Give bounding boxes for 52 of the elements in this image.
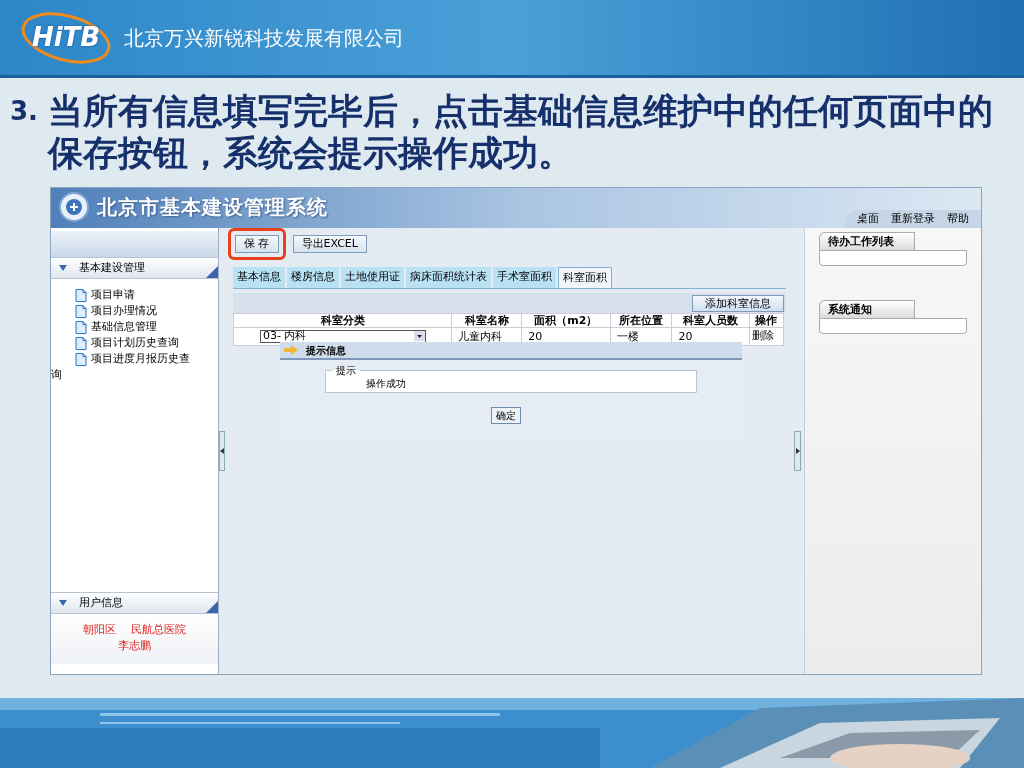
dialog-title: 提示信息 <box>306 343 346 358</box>
ok-button[interactable]: 确定 <box>491 407 521 424</box>
panel-title: 待办工作列表 <box>819 232 915 250</box>
document-icon <box>75 304 87 318</box>
sidebar-section-header[interactable]: 基本建设管理 <box>51 257 218 279</box>
collapse-handle[interactable] <box>794 431 801 471</box>
column-header: 科室名称 <box>451 313 522 328</box>
sidebar-section-header[interactable]: 用户信息 <box>51 592 218 614</box>
heading-text: 当所有信息填写完毕后，点击基础信息维护中的任何页面中的保存按钮，系统会提示操作成功。 <box>48 90 994 174</box>
expand-icon <box>59 265 67 271</box>
nav-link[interactable]: 帮助 <box>947 210 969 228</box>
group-label: 提示 <box>335 364 357 378</box>
user-info-text: 朝阳区 民航总医院 <box>83 622 186 638</box>
sidebar-item[interactable]: 项目办理情况 <box>51 303 191 319</box>
sidebar-item[interactable]: 项目进度月报历史查询 <box>51 351 191 383</box>
document-icon <box>75 320 87 334</box>
column-header: 操作 <box>749 313 784 328</box>
message-text: 操作成功 <box>366 378 407 390</box>
document-icon <box>75 288 87 302</box>
tab[interactable]: 楼房信息 <box>287 267 339 288</box>
tab[interactable]: 手术室面积 <box>493 267 556 288</box>
collapse-handle[interactable] <box>219 431 225 471</box>
tab[interactable]: 病床面积统计表 <box>406 267 491 288</box>
tab[interactable]: 科室面积 <box>558 267 612 288</box>
sidebar-item[interactable]: 项目计划历史查询 <box>51 335 191 351</box>
tab[interactable]: 土地使用证 <box>341 267 404 288</box>
nav-link[interactable]: 桌面 <box>857 210 879 228</box>
toolbar-button[interactable]: 保 存 <box>235 235 279 253</box>
panel-title: 系统通知 <box>819 300 915 318</box>
emblem-icon <box>59 192 89 222</box>
step-number: 3. <box>10 95 39 128</box>
company-name: 北京万兴新锐科技发展有限公司 <box>124 24 404 52</box>
column-header: 科室人员数 <box>671 313 750 328</box>
dropdown-icon <box>414 331 425 342</box>
corner-triangle-icon <box>206 601 218 613</box>
toolbar-button[interactable]: 导出EXCEL <box>292 235 367 253</box>
app-title: 北京市基本建设管理系统 <box>97 194 328 221</box>
add-button[interactable]: 添加科室信息 <box>692 294 784 312</box>
sidebar-item[interactable]: 基础信息管理 <box>51 319 191 335</box>
expand-icon <box>59 600 67 606</box>
column-header: 所在位置 <box>610 313 672 328</box>
nav-link[interactable]: 重新登录 <box>891 210 935 228</box>
arrow-icon <box>284 345 298 355</box>
logo: HiTB <box>20 11 112 64</box>
corner-triangle-icon <box>206 266 218 278</box>
sidebar-item[interactable]: 项目申请 <box>51 287 191 303</box>
column-header: 科室分类 <box>233 313 452 328</box>
tab[interactable]: 基本信息 <box>233 267 285 288</box>
user-info-text: 李志鹏 <box>118 638 151 654</box>
document-icon <box>75 352 87 366</box>
column-header: 面积（m2） <box>521 313 610 328</box>
document-icon <box>75 336 87 350</box>
